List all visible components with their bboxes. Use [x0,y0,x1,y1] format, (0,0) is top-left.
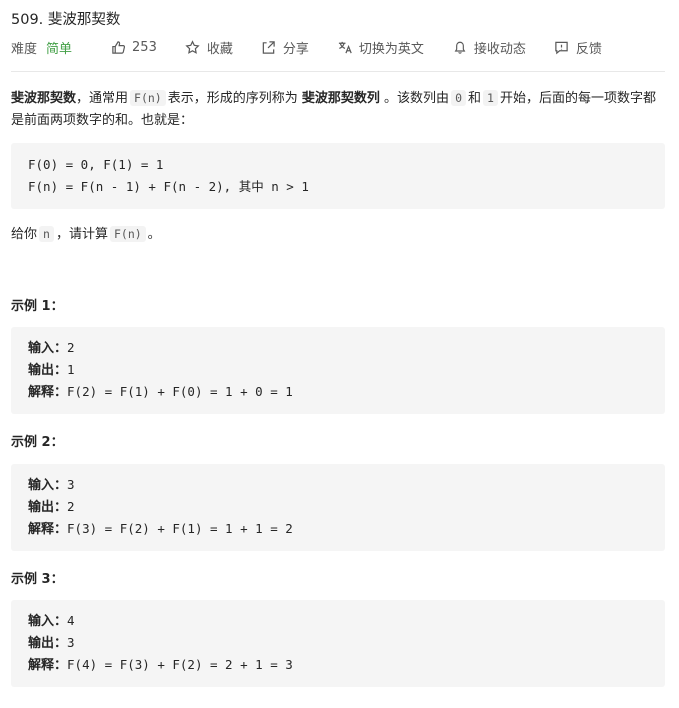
inline-code: F(n) [130,90,166,106]
example-explanation: F(2) = F(1) + F(0) = 1 + 0 = 1 [67,384,293,399]
input-label: 输入： [28,341,68,356]
formula-line-2: F(n) = F(n - 1) + F(n - 2), 其中 n > 1 [28,176,648,198]
favorite-button[interactable]: 收藏 [185,38,233,57]
feedback-icon [554,39,570,55]
example-output-line: 输出：3 [28,632,648,654]
description-paragraph: 斐波那契数，通常用 F(n) 表示，形成的序列称为 斐波那契数列 。该数列由 0 和 1 开… [11,87,667,132]
task-paragraph: 给你 n ，请计算 F(n)。 [11,223,667,246]
thumbs-up-icon [110,39,126,55]
description-text: 。 [147,227,161,242]
translate-icon [337,39,353,55]
example-input-line: 输入：2 [28,337,648,359]
example-input-line: 输入：3 [28,474,648,496]
feedback-label: 反馈 [575,41,602,57]
description-text: ，通常用 [76,91,129,106]
input-label: 输入： [28,614,68,629]
example-title: 示例 1： [11,299,64,314]
formula-text: n > 1 [263,179,309,194]
formula-line-1: F(0) = 0, F(1) = 1 [28,157,164,172]
share-label: 分享 [282,41,309,57]
like-button[interactable]: 253 [110,39,157,55]
example-input: 3 [67,477,75,492]
output-label: 输出： [28,500,68,515]
example-explanation-line: 解释：F(2) = F(1) + F(0) = 1 + 0 = 1 [28,381,648,403]
example-output: 1 [67,362,75,377]
problem-title: 509. 斐波那契数 [11,12,121,28]
term-fibonacci-sequence: 斐波那契数列 [301,91,380,106]
example-explanation-line: 解释：F(4) = F(3) + F(2) = 2 + 1 = 3 [28,654,648,676]
switch-language-button[interactable]: 切换为英文 [337,38,424,57]
bell-icon [452,39,468,55]
difficulty-label: 难度 [11,41,38,57]
example-input: 2 [67,340,75,355]
term-fibonacci-number: 斐波那契数 [11,91,77,106]
notify-label: 接收动态 [473,41,526,57]
example-explanation-line: 解释：F(3) = F(2) + F(1) = 1 + 1 = 2 [28,518,648,540]
formula-block: F(0) = 0, F(1) = 1 F(n) = F(n - 1) + F(n… [11,143,665,209]
difficulty-badge: 简单 [46,41,73,57]
favorite-label: 收藏 [206,41,233,57]
star-icon [185,39,201,55]
description-text: ，请计算 [55,227,108,242]
inline-code: F(n) [109,226,146,242]
feedback-button[interactable]: 反馈 [554,38,602,57]
inline-code: 1 [483,90,498,106]
formula-text: 其中 [238,179,264,194]
example-output: 3 [67,635,75,650]
example-input: 4 [67,613,75,628]
description-text: 和 [468,91,482,106]
output-label: 输出： [28,363,68,378]
problem-meta-bar: 难度 简单 253 收藏 分享 切换为英文 接收动态 反馈 [11,37,630,57]
example-block: 输入：3 输出：2 解释：F(3) = F(2) + F(1) = 1 + 1 … [11,464,665,551]
explanation-label: 解释： [28,385,68,400]
explanation-label: 解释： [28,658,68,673]
switch-language-label: 切换为英文 [358,41,424,57]
header-divider [11,71,665,72]
example-input-line: 输入：4 [28,610,648,632]
example-explanation: F(4) = F(3) + F(2) = 2 + 1 = 3 [67,657,293,672]
example-output-line: 输出：2 [28,496,648,518]
share-button[interactable]: 分享 [261,38,309,57]
formula-text: F(n) = F(n - 1) + F(n - 2), [28,179,239,194]
example-output-line: 输出：1 [28,359,648,381]
inline-code: n [39,226,54,242]
example-output: 2 [67,499,75,514]
input-label: 输入： [28,478,68,493]
like-count: 253 [132,39,157,55]
example-block: 输入：4 输出：3 解释：F(4) = F(3) + F(2) = 2 + 1 … [11,600,665,687]
notify-button[interactable]: 接收动态 [452,38,526,57]
inline-code: 0 [451,90,466,106]
example-explanation: F(3) = F(2) + F(1) = 1 + 1 = 2 [67,521,293,536]
explanation-label: 解释： [28,522,68,537]
output-label: 输出： [28,636,68,651]
example-title: 示例 3： [11,572,64,587]
example-block: 输入：2 输出：1 解释：F(2) = F(1) + F(0) = 1 + 0 … [11,327,665,414]
example-title: 示例 2： [11,435,64,450]
description-text: 表示，形成的序列称为 [167,91,298,106]
description-text: 给你 [11,227,38,242]
description-text: 。该数列由 [384,91,450,106]
share-icon [261,39,277,55]
